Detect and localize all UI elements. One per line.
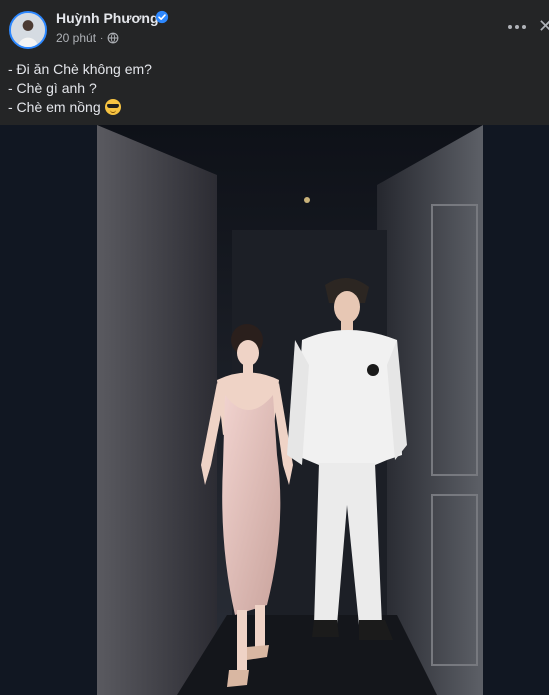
close-icon[interactable]: ✕ <box>538 16 549 36</box>
post-header: Huỳnh Phương 20 phút · ✕ <box>0 0 549 54</box>
post-photo[interactable] <box>97 125 483 695</box>
verified-badge-icon <box>155 10 169 24</box>
post-line-3: - Chè em nồng <box>8 98 152 117</box>
more-options-icon[interactable] <box>506 16 528 38</box>
meta-separator: · <box>100 32 104 44</box>
post-time[interactable]: 20 phút <box>56 31 96 45</box>
globe-icon[interactable] <box>107 32 119 44</box>
post-text: - Đi ăn Chè không em? - Chè gì anh ? - C… <box>8 60 152 117</box>
post-line-1: - Đi ăn Chè không em? <box>8 61 152 77</box>
post-photo-container <box>0 125 549 695</box>
sunglasses-emoji-icon <box>104 99 121 115</box>
author-name[interactable]: Huỳnh Phương <box>56 10 159 26</box>
post-meta: 20 phút · <box>56 31 119 45</box>
post-line-2: - Chè gì anh ? <box>8 80 97 96</box>
author-avatar[interactable] <box>9 11 47 49</box>
